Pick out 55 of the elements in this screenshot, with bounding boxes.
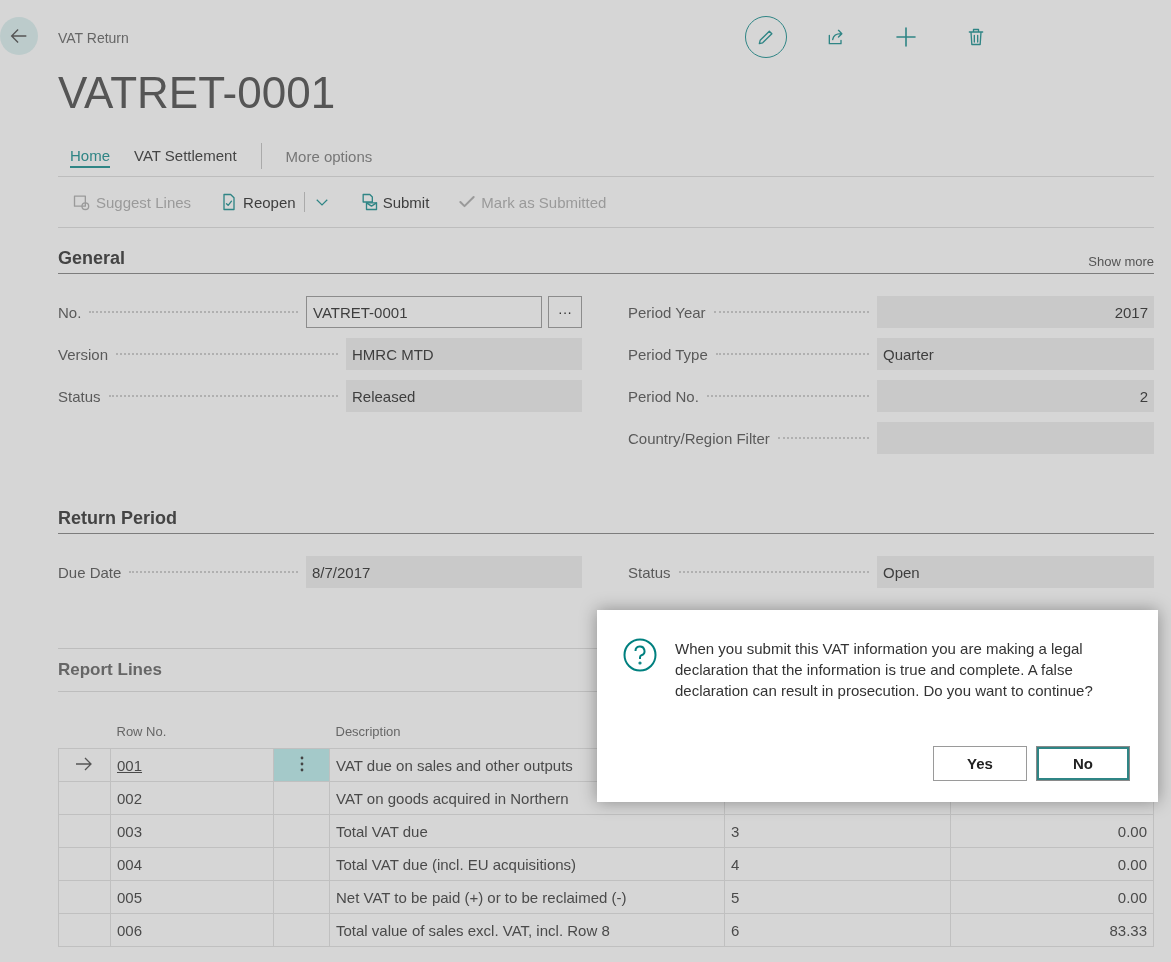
table-cell[interactable]: 006 (110, 913, 274, 947)
input-field[interactable]: Quarter (877, 338, 1154, 370)
field-label: Period Type (628, 345, 708, 363)
dialog-button[interactable]: No (1036, 746, 1130, 781)
table-cell: 3 (724, 814, 951, 848)
question-icon (623, 638, 657, 672)
table-cell[interactable]: 003 (110, 814, 274, 848)
breadcrumb: VAT Return (58, 30, 129, 46)
input-field[interactable]: 2017 (877, 296, 1154, 328)
tab[interactable]: VAT Settlement (134, 144, 237, 168)
section-title: Return Period (58, 508, 177, 529)
trash-icon (966, 27, 986, 47)
table-cell[interactable]: 001 (110, 748, 274, 782)
table-cell: 5 (724, 880, 951, 914)
field-label: Due Date (58, 563, 122, 581)
input-field[interactable]: Open (877, 556, 1154, 588)
table-cell: Net VAT to be paid (+) or to be reclaimed (-) (329, 880, 725, 914)
plus-icon (894, 25, 918, 49)
table-cell: Total value of sales excl. VAT, incl. Row 8 (329, 913, 725, 947)
input-field[interactable]: HMRC MTD (346, 338, 582, 370)
field-label: Period Year (628, 303, 706, 321)
table-cell[interactable]: 004 (110, 847, 274, 881)
field-label: Country/Region Filter (628, 429, 770, 447)
section-title: General (58, 248, 126, 269)
table-cell: 0.00 (950, 880, 1154, 914)
show-more-link[interactable]: Show more (1088, 254, 1154, 269)
more-vertical-icon (299, 755, 304, 772)
table-cell: 83.33 (950, 913, 1154, 947)
table-cell: Total VAT due (329, 814, 725, 848)
page-title: VATRET-0001 (58, 68, 337, 118)
action-button[interactable]: Submit (358, 192, 430, 212)
table-cell[interactable]: 002 (110, 781, 274, 815)
column-header: Row No. (110, 722, 274, 749)
field-label: Period No. (628, 387, 699, 405)
lookup-button[interactable]: ··· (548, 296, 582, 328)
action-button[interactable]: Reopen (219, 192, 331, 212)
field-label: Status (58, 387, 101, 405)
input-field[interactable]: 8/7/2017 (306, 556, 582, 588)
field-label: Version (58, 345, 109, 363)
table-cell: Total VAT due (incl. EU acquisitions) (329, 847, 725, 881)
field-label: Status (628, 563, 671, 581)
input-field[interactable]: Released (346, 380, 582, 412)
column-header: Description (329, 722, 725, 749)
input-field[interactable]: 2 (877, 380, 1154, 412)
table-cell: 0.00 (950, 814, 1154, 848)
dialog-button[interactable]: Yes (933, 746, 1027, 781)
input-field[interactable]: VATRET-0001 (306, 296, 542, 328)
dialog-message: When you submit this VAT information you are making a legal declaration that the information is true and complete. A false declaration can result in prosecution. Do you want to continue? (675, 639, 1094, 701)
table-cell[interactable]: 005 (110, 880, 274, 914)
back-button[interactable] (0, 17, 38, 55)
table-cell: 4 (724, 847, 951, 881)
field-label: No. (58, 303, 82, 321)
section-title: Report Lines (58, 660, 162, 680)
table-cell: 6 (724, 913, 951, 947)
table-cell: 0.00 (950, 847, 1154, 881)
